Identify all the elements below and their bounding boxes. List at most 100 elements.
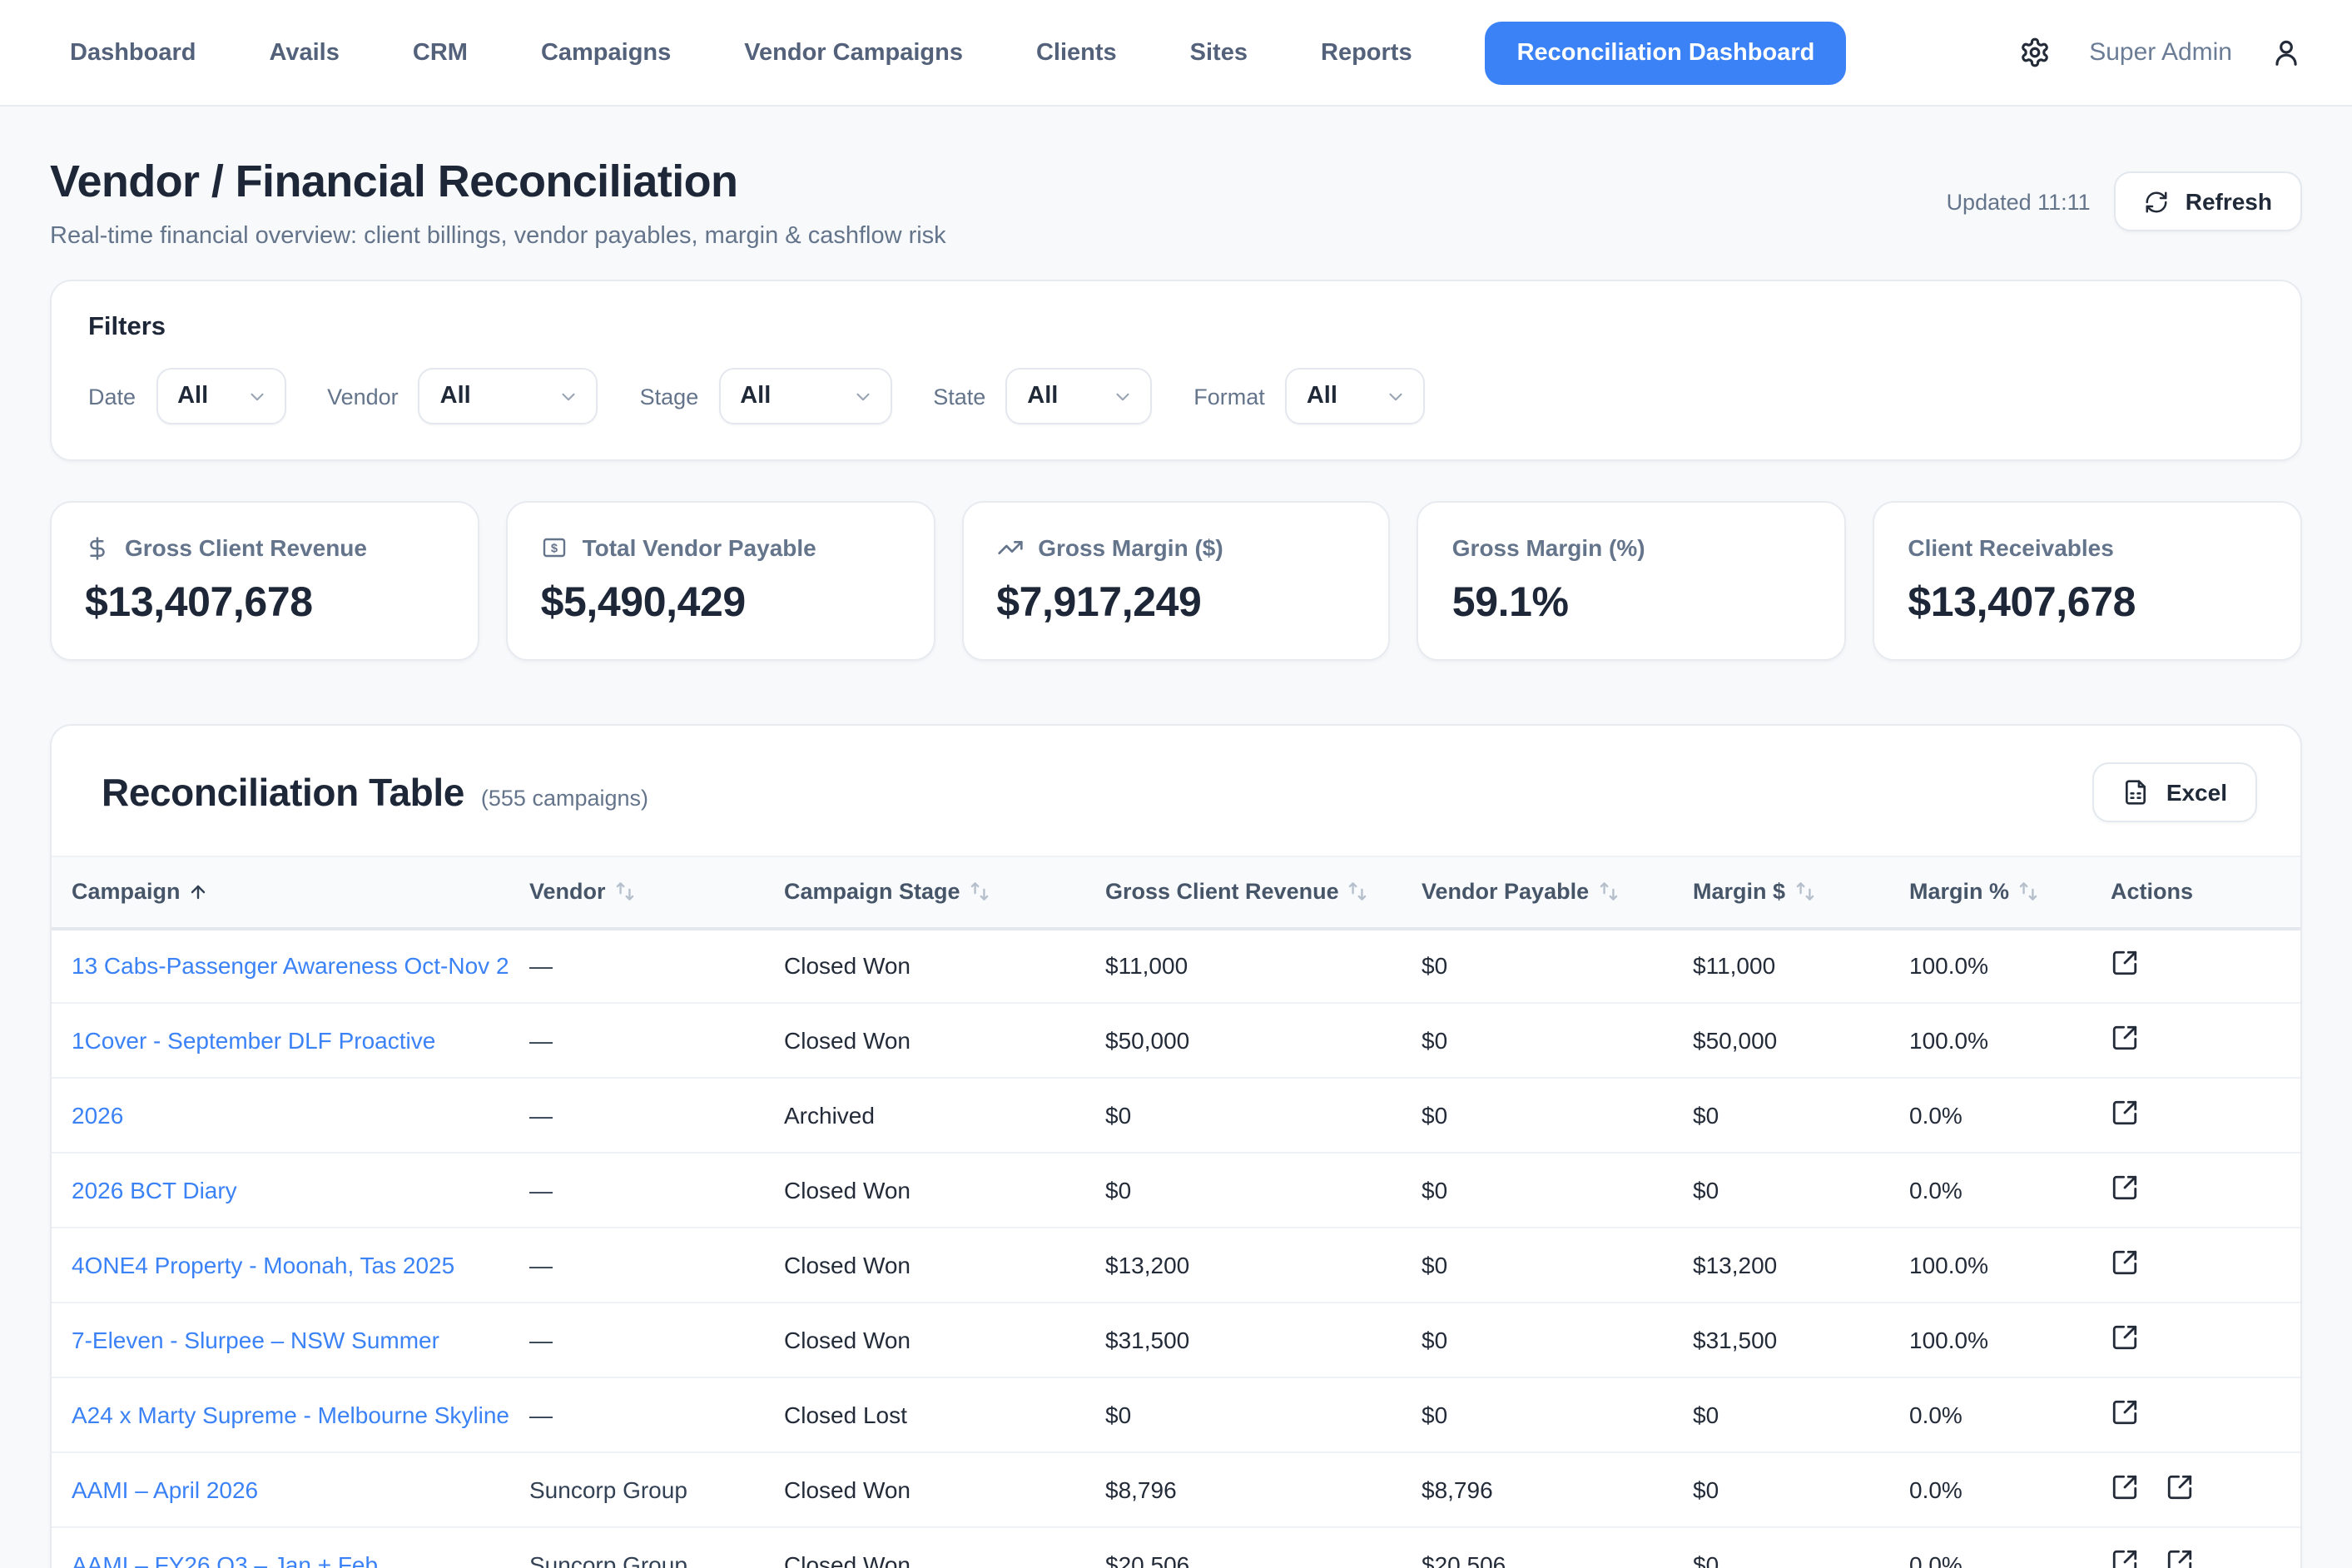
open-external-link-button[interactable] [2166,1473,2194,1506]
filter-select-state[interactable]: All [1005,368,1152,424]
cell-vendor-payable: $8,796 [1402,1452,1673,1527]
cell-margin-dollars: $0 [1673,1078,1889,1153]
column-header-vendor-payable[interactable]: Vendor Payable [1402,856,1673,928]
excel-export-button[interactable]: Excel [2093,762,2257,822]
open-external-link-button[interactable] [2166,1548,2194,1568]
cell-gross-client-revenue: $0 [1085,1078,1402,1153]
column-header-margin-$[interactable]: Margin $ [1673,856,1889,928]
cell-actions [2091,1153,2300,1228]
stat-value: $7,917,249 [996,579,1356,628]
filter-row: DateAllVendorAllStageAllStateAllFormatAl… [88,368,2264,424]
cell-campaign: 2026 BCT Diary [52,1153,509,1228]
cell-margin-percent: 0.0% [1889,1452,2091,1527]
table-header-bar: Reconciliation Table (555 campaigns) Exc… [52,726,2300,856]
nav-item-campaigns[interactable]: Campaigns [541,39,671,66]
refresh-label: Refresh [2186,188,2272,215]
chevron-down-icon [558,385,580,407]
filter-group-date: DateAll [88,368,285,424]
chevron-down-icon [246,385,267,407]
filter-select-vendor[interactable]: All [419,368,598,424]
cell-actions [2091,928,2300,1003]
campaign-link[interactable]: A24 x Marty Supreme - Melbourne Skyline … [72,1402,509,1428]
cell-vendor-payable: $20,506 [1402,1527,1673,1568]
cell-margin-dollars: $50,000 [1673,1003,1889,1078]
campaign-count: (555 campaigns) [481,785,648,810]
stat-label: Client Receivables [1908,534,2267,561]
column-header-campaign[interactable]: Campaign [52,856,509,928]
svg-text:$: $ [551,542,558,555]
chevron-down-icon [851,385,873,407]
campaign-link[interactable]: AAMI – April 2026 [72,1476,258,1503]
cell-margin-percent: 100.0% [1889,928,2091,1003]
dollar-sign-icon [85,535,110,560]
open-external-link-button[interactable] [2111,1174,2139,1207]
settings-gear-icon[interactable] [2019,37,2051,68]
user-icon[interactable] [2270,37,2302,68]
table-body: 13 Cabs-Passenger Awareness Oct-Nov 2025… [52,928,2300,1568]
nav-item-clients[interactable]: Clients [1036,39,1117,66]
stat-label: Gross Margin (%) [1452,534,1812,561]
app-root: Dashboard Avails CRM Campaigns Vendor Campai… [0,0,2352,1568]
column-header-gross-client-revenue[interactable]: Gross Client Revenue [1085,856,1402,928]
open-external-link-button[interactable] [2111,1398,2139,1432]
campaign-link[interactable]: AAMI – FY26 Q3 – Jan + Feb [72,1551,378,1568]
external-link-icon [2111,950,2139,983]
cell-gross-client-revenue: $31,500 [1085,1303,1402,1377]
filter-label-stage: Stage [640,384,699,409]
stat-card-gross-margin-%: Gross Margin (%)59.1% [1417,501,1847,661]
nav-item-sites[interactable]: Sites [1190,39,1248,66]
cell-actions [2091,1303,2300,1377]
nav-item-avails[interactable]: Avails [270,39,340,66]
table-row: 4ONE4 Property - Moonah, Tas 2025—Closed… [52,1228,2300,1303]
open-external-link-button[interactable] [2111,1099,2139,1132]
open-external-link-button[interactable] [2111,1248,2139,1282]
cell-stage: Closed Won [764,1228,1085,1303]
nav-item-crm[interactable]: CRM [413,39,468,66]
table-row: 13 Cabs-Passenger Awareness Oct-Nov 2025… [52,928,2300,1003]
open-external-link-button[interactable] [2111,1473,2139,1506]
filter-group-stage: Stage All [640,368,892,424]
main-content: Vendor / Financial Reconciliation Real-t… [0,156,2352,1568]
refresh-button[interactable]: Refresh [2114,171,2302,231]
open-external-link-button[interactable] [2111,1323,2139,1357]
external-link-icon [2111,1398,2139,1432]
column-header-margin-%[interactable]: Margin % [1889,856,2091,928]
nav-item-dashboard[interactable]: Dashboard [70,39,196,66]
filter-value-date: All [177,383,208,409]
campaign-link[interactable]: 1Cover - September DLF Proactive [72,1027,435,1054]
open-external-link-button[interactable] [2111,1548,2139,1568]
campaign-link[interactable]: 13 Cabs-Passenger Awareness Oct-Nov 2025 [72,953,509,980]
open-external-link-button[interactable] [2111,950,2139,983]
campaign-link[interactable]: 2026 BCT Diary [72,1177,237,1203]
external-link-icon [2111,1548,2139,1568]
open-external-link-button[interactable] [2111,1024,2139,1057]
external-link-icon [2166,1473,2194,1506]
column-header-vendor[interactable]: Vendor [509,856,764,928]
filter-select-stage[interactable]: All [718,368,891,424]
nav-item-reconciliation-dashboard[interactable]: Reconciliation Dashboard [1486,21,1847,84]
table-row: 2026—Archived$0$0$00.0% [52,1078,2300,1153]
cell-stage: Closed Won [764,1003,1085,1078]
table-row: 7-Eleven - Slurpee – NSW Summer—Closed W… [52,1303,2300,1377]
cell-margin-percent: 100.0% [1889,1228,2091,1303]
column-header-campaign-stage[interactable]: Campaign Stage [764,856,1085,928]
cell-vendor-payable: $0 [1402,928,1673,1003]
cell-gross-client-revenue: $0 [1085,1153,1402,1228]
cell-vendor: — [509,1003,764,1078]
filter-select-format[interactable]: All [1285,368,1425,424]
filter-label-format: Format [1193,384,1265,409]
campaign-link[interactable]: 2026 [72,1102,123,1129]
cell-vendor-payable: $0 [1402,1078,1673,1153]
nav-item-reports[interactable]: Reports [1321,39,1412,66]
campaign-link[interactable]: 7-Eleven - Slurpee – NSW Summer [72,1327,439,1353]
nav-item-vendor-campaigns[interactable]: Vendor Campaigns [744,39,963,66]
campaign-link[interactable]: 4ONE4 Property - Moonah, Tas 2025 [72,1252,454,1278]
user-role-label: Super Admin [2089,38,2232,67]
external-link-icon [2166,1548,2194,1568]
filter-select-date[interactable]: All [156,368,285,424]
external-link-icon [2111,1024,2139,1057]
column-header-actions: Actions [2091,856,2300,928]
sort-both-icon [614,881,636,903]
stat-label: Gross Client Revenue [85,534,444,561]
cell-margin-dollars: $11,000 [1673,928,1889,1003]
